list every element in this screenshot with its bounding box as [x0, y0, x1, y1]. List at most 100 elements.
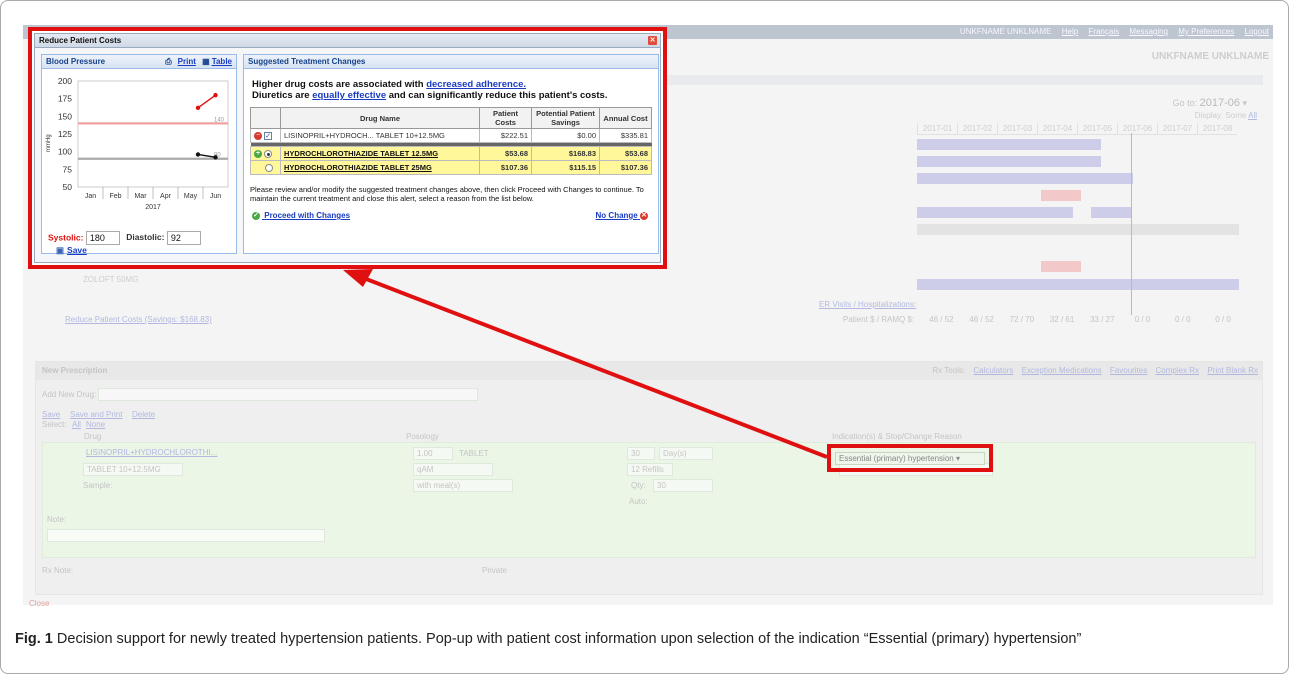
rx-tools-label: Rx Tools: — [932, 366, 966, 375]
er-visits-link[interactable]: ER Visits / Hospitalizations: — [819, 300, 916, 309]
y-tick-label: 100 — [58, 147, 72, 157]
x-tick-label: Feb — [109, 193, 121, 200]
row-checkbox[interactable]: ✓ — [264, 132, 272, 140]
add-new-drug-input[interactable] — [98, 388, 478, 401]
row-controls: − ✓ — [250, 128, 281, 143]
blood-pressure-panel: Blood Pressure ⎙ Print ▦ Table 50 75 100 125 1… — [41, 54, 237, 255]
goto-control[interactable]: Go to: 2017-06 ▾ — [1173, 97, 1247, 109]
new-prescription-header: New Prescription Rx Tools: Calculators E… — [36, 362, 1262, 380]
month-label: 2017-02 — [957, 123, 997, 134]
note-input[interactable] — [47, 529, 325, 542]
dose-input[interactable]: 1.00 — [413, 447, 453, 460]
med-row-zoloft[interactable]: ZOLOFT 50MG — [47, 275, 867, 284]
calculators-link[interactable]: Calculators — [973, 366, 1013, 375]
refills-select[interactable]: 12 Refills — [627, 463, 673, 476]
month-label: 2017-03 — [997, 123, 1037, 134]
timeline-bar — [1041, 190, 1081, 201]
select-none-link[interactable]: None — [86, 420, 105, 429]
table-row[interactable]: HYDROCHLOROTHIAZIDE TABLET 25MG $107.36 … — [250, 160, 652, 175]
goto-value[interactable]: 2017-06 — [1200, 97, 1240, 109]
topbar-user: UNKFNAME UNKLNAME — [959, 27, 1052, 36]
no-change[interactable]: No Change ✕ — [596, 211, 650, 220]
qty-input[interactable]: 30 — [653, 479, 713, 492]
remove-icon[interactable]: − — [254, 132, 262, 140]
patient-ramq-value: 0 / 0 — [1134, 315, 1151, 324]
data-point — [213, 92, 218, 98]
drug-link[interactable]: HYDROCHLOROTHIAZIDE TABLET 25MG — [284, 163, 432, 172]
patient-ramq-value: 72 / 70 — [1009, 315, 1035, 324]
duration-unit-select[interactable]: Day(s) — [659, 447, 713, 460]
patient-ramq-value: 0 / 0 — [1174, 315, 1191, 324]
messaging-link[interactable]: Messaging — [1129, 27, 1168, 36]
duration-input[interactable]: 30 — [627, 447, 655, 460]
close-link[interactable]: Close — [29, 599, 49, 608]
savings-cell: $168.83 — [531, 146, 600, 161]
table-row[interactable]: + HYDROCHLOROTHIAZIDE TABLET 12.5MG $53.… — [250, 146, 652, 161]
data-point — [213, 155, 218, 160]
x-axis-label: 2017 — [145, 204, 161, 211]
exception-medications-link[interactable]: Exception Medications — [1022, 366, 1102, 375]
row-controls: + — [250, 146, 281, 161]
help-link[interactable]: Help — [1062, 27, 1078, 36]
data-point — [195, 152, 201, 157]
save-icon[interactable]: ▣ — [56, 245, 64, 255]
diastolic-input[interactable]: 92 — [166, 231, 201, 245]
drug-name-cell: HYDROCHLOROTHIAZIDE TABLET 25MG — [280, 160, 480, 175]
goto-label: Go to: — [1172, 98, 1198, 108]
select-all-link[interactable]: All — [72, 420, 81, 429]
timeline-months: 2017-01 2017-02 2017-03 2017-04 2017-05 … — [917, 123, 1237, 135]
table-link[interactable]: Table — [212, 57, 232, 66]
reduce-costs-link[interactable]: Reduce Patient Costs (Savings: $168.83) — [65, 315, 212, 324]
close-icon[interactable]: ✕ — [648, 36, 657, 45]
figure-frame: UNKFNAME UNKLNAME Help Français Messagin… — [0, 0, 1289, 674]
print-link[interactable]: Print — [178, 57, 196, 66]
printer-icon[interactable]: ⎙ — [165, 57, 171, 66]
proceed-with-changes[interactable]: ✓ Proceed with Changes — [252, 211, 350, 220]
favourites-link[interactable]: Favourites — [1110, 366, 1147, 375]
row-radio[interactable] — [264, 150, 272, 158]
timeline-bar — [917, 224, 1239, 235]
figure-number: Fig. 1 — [15, 631, 53, 647]
display-filter: Display: Some All — [1195, 111, 1257, 120]
no-change-icon: ✕ — [640, 211, 648, 220]
table-icon[interactable]: ▦ — [202, 57, 210, 66]
delete-link[interactable]: Delete — [132, 410, 155, 419]
systolic-input[interactable]: 180 — [85, 231, 120, 245]
print-blank-rx-link[interactable]: Print Blank Rx — [1207, 366, 1258, 375]
add-icon[interactable]: + — [254, 150, 262, 158]
drug-name[interactable]: LISINOPRIL+HYDROCHLOROTHI... — [83, 447, 223, 460]
francais-link[interactable]: Français — [1088, 27, 1119, 36]
y-tick-label: 125 — [58, 129, 72, 139]
bp-panel-header: Blood Pressure ⎙ Print ▦ Table — [42, 55, 236, 69]
savings-cell: $115.15 — [531, 160, 600, 175]
timeline-bar — [917, 156, 1101, 167]
indication-select[interactable]: Essential (primary) hypertension ▾ — [835, 452, 985, 465]
timeline-bar — [917, 207, 1073, 218]
effective-link[interactable]: equally effective — [312, 90, 386, 101]
new-prescription-title: New Prescription — [42, 366, 108, 375]
proceed-icon: ✓ — [252, 211, 260, 220]
month-label: 2017-06 — [1117, 123, 1157, 134]
patient-cost-cell: $107.36 — [479, 160, 532, 175]
preferences-link[interactable]: My Preferences — [1178, 27, 1234, 36]
col-spacer — [250, 107, 281, 129]
drug-link[interactable]: HYDROCHLOROTHIAZIDE TABLET 12.5MG — [284, 149, 438, 158]
bp-save-link[interactable]: Save — [67, 245, 87, 255]
systolic-label: Systolic: — [48, 232, 84, 243]
complex-rx-link[interactable]: Complex Rx — [1156, 366, 1200, 375]
frequency-select[interactable]: qAM — [413, 463, 493, 476]
no-change-label: No Change — [595, 211, 638, 220]
data-point — [195, 105, 201, 111]
save-link[interactable]: Save — [42, 410, 60, 419]
save-print-link[interactable]: Save and Print — [70, 410, 122, 419]
table-row[interactable]: − ✓ LISINOPRIL+HYDROCH... TABLET 10+12.5M… — [250, 128, 652, 143]
stc-panel-header: Suggested Treatment Changes — [244, 55, 658, 69]
logout-link[interactable]: Logout — [1245, 27, 1269, 36]
row-radio[interactable] — [265, 164, 273, 172]
display-all-link[interactable]: All — [1248, 111, 1257, 120]
drug-form-select[interactable]: TABLET 10+12.5MG — [83, 463, 183, 476]
bp-chart: 50 75 100 125 150 175 200 Jan Feb Mar Apr May Jun 201… — [46, 76, 229, 211]
adherence-link[interactable]: decreased adherence. — [426, 79, 526, 90]
meal-select[interactable]: with meal(s) — [413, 479, 513, 492]
timeline-bar — [1041, 261, 1081, 272]
